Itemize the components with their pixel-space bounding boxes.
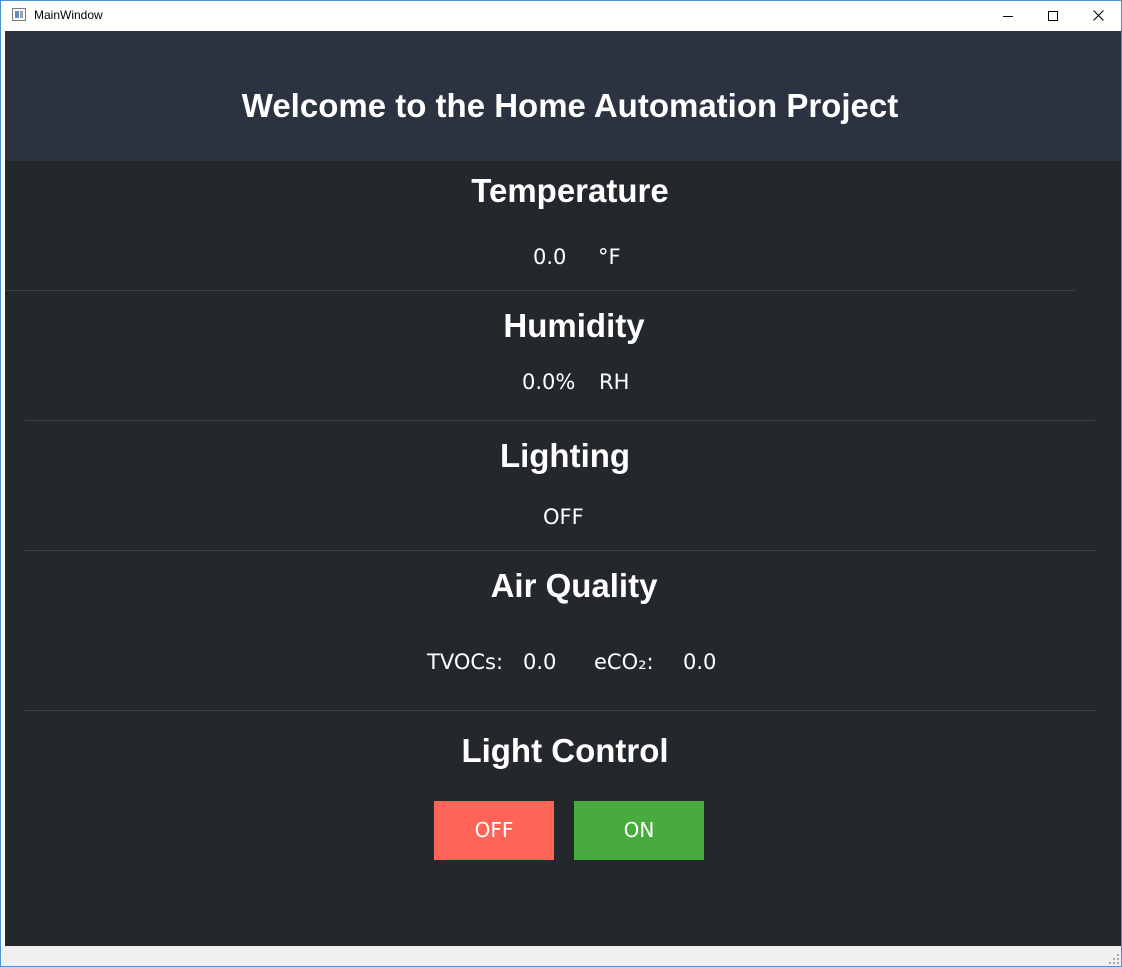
maximize-button[interactable]: [1030, 1, 1076, 30]
eco2-label: eCO₂:: [594, 650, 654, 674]
divider-lighting: [25, 550, 1095, 551]
tvoc-label: TVOCs:: [427, 650, 504, 674]
lighting-status: OFF: [543, 505, 584, 529]
page-title: Welcome to the Home Automation Project: [241, 87, 899, 124]
temperature-value: 0.0: [533, 245, 567, 269]
divider-temperature: [5, 290, 1075, 291]
title-bar[interactable]: MainWindow: [2, 1, 1121, 30]
header-banner: Welcome to the Home Automation Project: [5, 31, 1121, 161]
tvoc-value: 0.0: [523, 650, 557, 674]
humidity-value: 0.0%: [522, 370, 576, 394]
eco2-value: 0.0: [683, 650, 717, 674]
app-window-icon: [12, 8, 26, 21]
client-area: Welcome to the Home Automation Project T…: [5, 31, 1121, 946]
temperature-unit: °F: [598, 245, 621, 269]
humidity-heading: Humidity: [503, 307, 645, 344]
main-window: MainWindow Welcome to the Home Automatio…: [0, 0, 1122, 967]
divider-humidity: [25, 420, 1095, 421]
humidity-unit: RH: [599, 370, 630, 394]
maximize-icon: [1048, 10, 1058, 21]
air-quality-heading: Air Quality: [490, 567, 658, 604]
status-bar: [2, 946, 1121, 966]
close-icon: [1092, 10, 1104, 21]
light-control-heading: Light Control: [461, 732, 669, 769]
resize-grip-icon[interactable]: [1109, 954, 1119, 964]
light-off-button[interactable]: OFF: [434, 801, 554, 860]
divider-air-quality: [25, 710, 1095, 711]
light-on-button[interactable]: ON: [574, 801, 704, 860]
temperature-heading: Temperature: [471, 172, 669, 209]
minimize-icon: [1003, 15, 1013, 17]
lighting-heading: Lighting: [499, 437, 631, 474]
minimize-button[interactable]: [985, 1, 1031, 30]
close-button[interactable]: [1075, 1, 1121, 30]
window-title: MainWindow: [34, 8, 103, 22]
